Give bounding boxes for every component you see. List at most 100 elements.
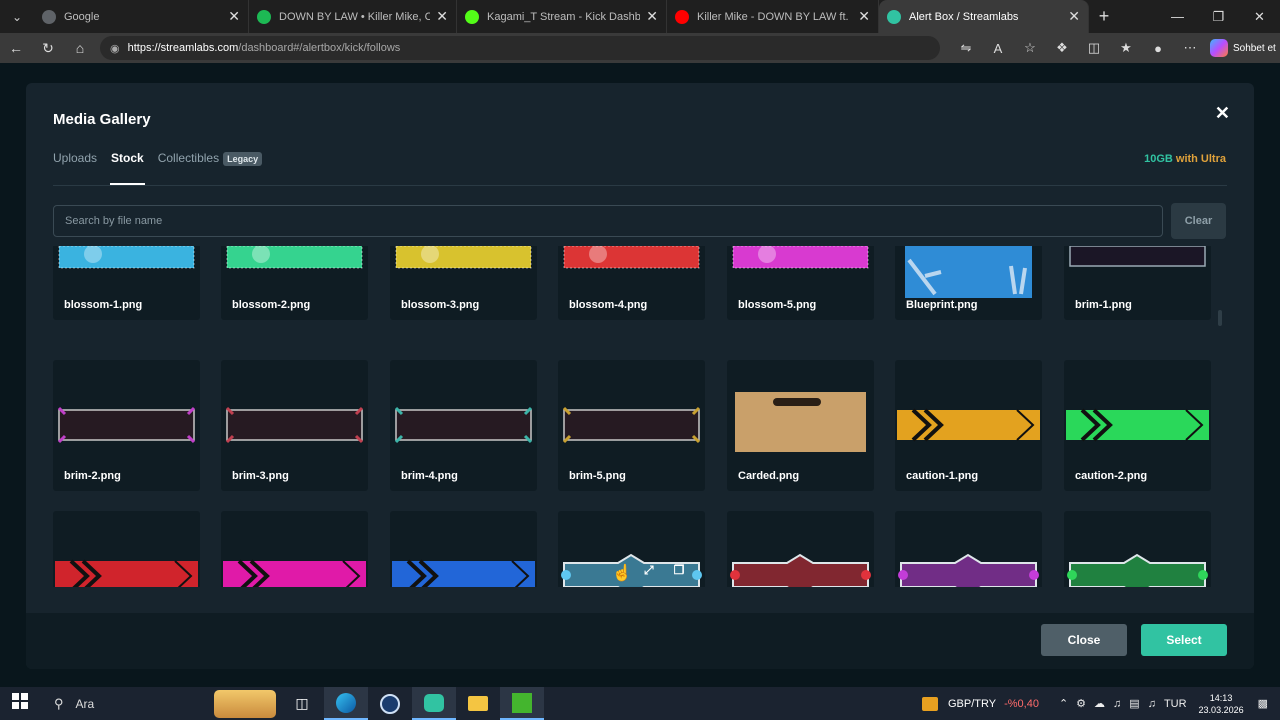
media-item[interactable]: brim-1.png (1064, 246, 1211, 320)
close-tab-icon[interactable]: ✕ (228, 8, 240, 25)
copy-icon[interactable]: ❐ (674, 563, 685, 578)
url-field[interactable]: ◉ https://streamlabs.com/dashboard#/aler… (100, 36, 940, 60)
select-button[interactable]: Select (1141, 624, 1227, 656)
tab-collectibles-label: Collectibles (157, 151, 220, 165)
language-indicator[interactable]: TUR (1164, 698, 1187, 710)
media-item[interactable] (53, 511, 200, 587)
translate-icon[interactable]: ⇋ (950, 40, 982, 56)
tab-collectibles[interactable]: Collectibles Legacy (157, 151, 263, 185)
tab-uploads[interactable]: Uploads (53, 151, 97, 185)
minimize-icon[interactable]: — (1157, 0, 1198, 33)
grid-scrollbar[interactable] (1218, 243, 1222, 583)
tabs-holder: Google ✕ DOWN BY LAW • Killer Mike, Cee ✕ Ka… (34, 0, 1089, 33)
browser-tab[interactable]: DOWN BY LAW • Killer Mike, Cee ✕ (249, 0, 457, 33)
streamlabs-app-icon[interactable] (412, 687, 456, 720)
minecraft-app-icon[interactable] (500, 687, 544, 720)
media-filename: blossom-1.png (64, 299, 143, 311)
clear-button[interactable]: Clear (1171, 203, 1226, 239)
search-highlight-icon[interactable] (210, 687, 280, 720)
start-button[interactable] (0, 693, 40, 714)
profile-icon[interactable]: ● (1142, 41, 1174, 56)
home-icon[interactable]: ⌂ (64, 40, 96, 56)
copilot-button[interactable]: Sohbet et (1210, 39, 1276, 57)
media-item[interactable]: brim-3.png (221, 360, 368, 491)
media-filename: blossom-5.png (738, 299, 817, 311)
brim-thumbnail (57, 406, 196, 444)
tray-expand-icon[interactable]: ⌃ (1059, 697, 1068, 710)
tray-app-icon[interactable]: ⚙ (1076, 697, 1086, 710)
read-aloud-icon[interactable]: A (982, 41, 1014, 56)
media-item[interactable]: Blueprint.png (895, 246, 1042, 320)
media-thumbnail (53, 545, 200, 587)
media-item[interactable]: Carded.png (727, 360, 874, 491)
volume-icon[interactable]: ♫ (1148, 698, 1156, 710)
url-path: /dashboard#/alertbox/kick/follows (238, 42, 401, 54)
expand-icon[interactable]: ⤢ (644, 563, 654, 578)
close-tab-icon[interactable]: ✕ (858, 8, 870, 25)
favorites-icon[interactable]: ★ (1110, 40, 1142, 56)
media-thumbnail (895, 545, 1042, 587)
media-filename: Carded.png (738, 470, 800, 482)
media-item[interactable] (727, 511, 874, 587)
notifications-icon[interactable]: ▩ (1258, 697, 1268, 710)
caution-thumbnail (392, 559, 535, 587)
media-item[interactable]: caution-1.png (895, 360, 1042, 491)
browser-tab[interactable]: Killer Mike - DOWN BY LAW ft. Ce ✕ (667, 0, 879, 33)
media-item[interactable]: caution-2.png (1064, 360, 1211, 491)
media-filename: Blueprint.png (906, 299, 978, 311)
media-item[interactable] (1064, 511, 1211, 587)
media-item[interactable]: blossom-4.png (558, 246, 705, 320)
storage-upsell[interactable]: 10GB with Ultra (1144, 153, 1226, 165)
reload-icon[interactable]: ↻ (32, 40, 64, 57)
media-item[interactable] (221, 511, 368, 587)
file-explorer-icon[interactable] (456, 687, 500, 720)
split-screen-icon[interactable]: ◫ (1078, 40, 1110, 56)
media-item[interactable]: blossom-2.png (221, 246, 368, 320)
media-item[interactable]: brim-2.png (53, 360, 200, 491)
close-tab-icon[interactable]: ✕ (436, 8, 448, 25)
media-item[interactable]: blossom-1.png (53, 246, 200, 320)
tab-stock[interactable]: Stock (110, 151, 145, 185)
close-window-icon[interactable]: ✕ (1239, 0, 1280, 33)
search-input[interactable] (65, 215, 1151, 227)
taskbar-search[interactable]: ⚲ Ara (40, 687, 210, 720)
close-tab-icon[interactable]: ✕ (646, 8, 658, 25)
address-bar-row: ← ↻ ⌂ ◉ https://streamlabs.com/dashboard… (0, 33, 1280, 63)
close-tab-icon[interactable]: ✕ (1068, 8, 1080, 25)
restore-icon[interactable]: ❐ (1198, 0, 1239, 33)
cloud-icon[interactable]: ☁ (1094, 697, 1105, 710)
media-item[interactable]: blossom-5.png (727, 246, 874, 320)
close-button[interactable]: Close (1041, 624, 1127, 656)
media-item[interactable]: blossom-3.png (390, 246, 537, 320)
clock[interactable]: 14:13 23.03.2026 (1199, 692, 1244, 716)
media-filename: caution-1.png (906, 470, 979, 482)
more-menu-icon[interactable]: ⋯ (1174, 40, 1206, 56)
media-item[interactable]: brim-4.png (390, 360, 537, 491)
steam-app-icon[interactable] (368, 687, 412, 720)
blossom-thumbnail (732, 246, 869, 269)
network-icon[interactable]: ▤ (1129, 697, 1139, 710)
media-thumbnail (1064, 545, 1211, 587)
media-item[interactable]: brim-5.png (558, 360, 705, 491)
tab-actions-icon[interactable]: ⌄ (0, 0, 34, 33)
media-filename: brim-5.png (569, 470, 626, 482)
browser-tab[interactable]: Alert Box / Streamlabs ✕ (879, 0, 1089, 33)
media-filename: brim-4.png (401, 470, 458, 482)
microphone-icon[interactable]: ♫ (1113, 698, 1121, 710)
media-item[interactable] (390, 511, 537, 587)
new-tab-button[interactable]: + (1089, 6, 1119, 27)
caution-thumbnail (897, 408, 1040, 442)
currency-widget[interactable]: GBP/TRY -%0,40 (921, 696, 1039, 711)
scrollbar-thumb[interactable] (1218, 310, 1222, 326)
task-view-icon[interactable]: ◫ (280, 687, 324, 720)
media-item[interactable] (895, 511, 1042, 587)
extensions-icon[interactable]: ❖ (1046, 40, 1078, 56)
browser-tab[interactable]: Kagami_T Stream - Kick Dashboar ✕ (457, 0, 667, 33)
close-modal-icon[interactable]: ✕ (1215, 103, 1230, 124)
favorite-star-icon[interactable]: ☆ (1014, 40, 1046, 56)
media-thumbnail (390, 246, 537, 306)
back-icon[interactable]: ← (0, 40, 32, 56)
browser-tab[interactable]: Google ✕ (34, 0, 249, 33)
media-filename: blossom-4.png (569, 299, 648, 311)
edge-app-icon[interactable] (324, 687, 368, 720)
